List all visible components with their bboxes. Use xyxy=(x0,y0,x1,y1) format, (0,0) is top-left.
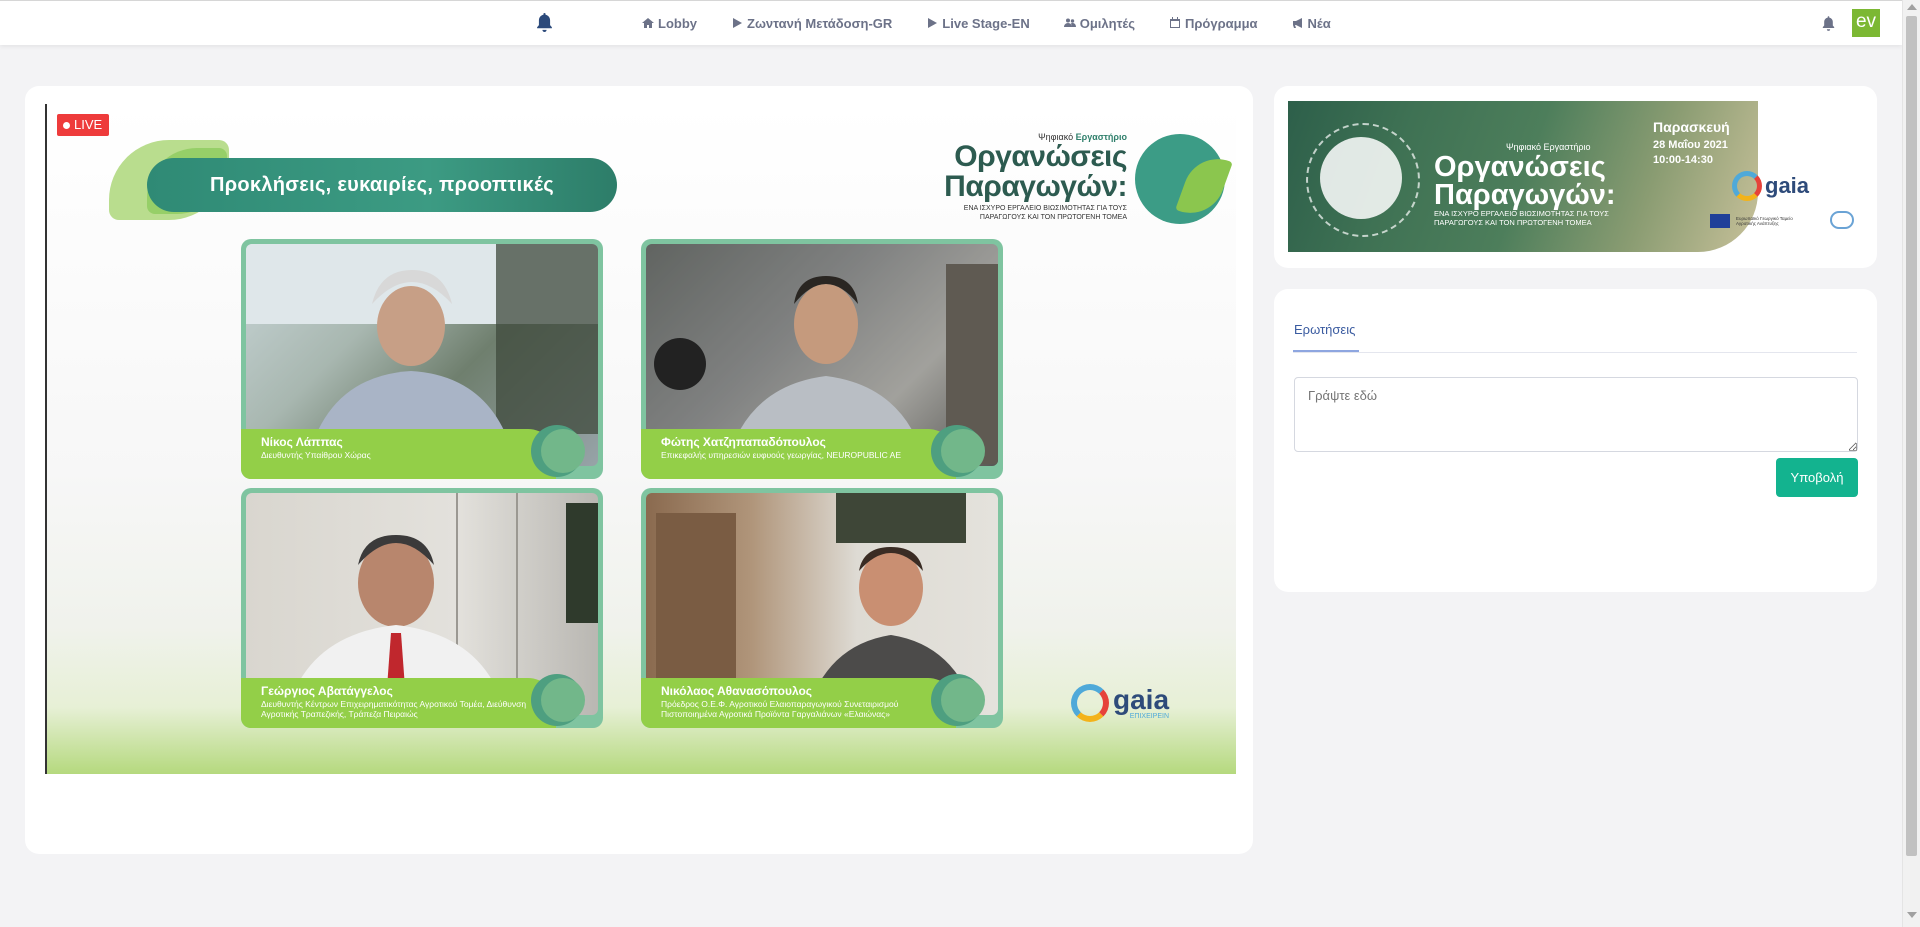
event-banner[interactable]: Ψηφιακό Εργαστήριο Οργανώσεις Παραγωγών:… xyxy=(1288,101,1758,252)
bullhorn-icon xyxy=(1292,18,1302,28)
video-card: LIVE Προκλήσεις, ευκαιρίες, προοπτικές Ψ… xyxy=(25,86,1253,854)
speaker-role: Διευθυντής Κέντρων Επιχειρηματικότητας Α… xyxy=(261,699,527,719)
page-scrollbar[interactable] xyxy=(1902,0,1920,927)
play-icon xyxy=(733,18,742,28)
live-badge: LIVE xyxy=(57,114,110,136)
speaker-tile: Νικόλαος Αθανασόπουλος Πρόεδρος Ο.Ε.Φ. Α… xyxy=(641,488,1003,728)
bell-icon[interactable] xyxy=(536,13,553,32)
speaker-tile: Νίκος Λάππας Διευθυντής Υπαίθρου Χώρας xyxy=(241,239,603,479)
banner-title-line1: Οργανώσεις xyxy=(1434,151,1606,183)
gaia-g-icon xyxy=(1732,171,1762,201)
nav-item-news[interactable]: Νέα xyxy=(1292,16,1331,31)
users-icon xyxy=(1063,18,1076,27)
nav-item-label: Ζωντανή Μετάδοση-GR xyxy=(747,15,893,31)
submit-button[interactable]: Υποβολή xyxy=(1776,458,1858,497)
eu-funding-note: Ευρωπαϊκό Γεωργικό Ταμείο Αγροτικής Ανάπ… xyxy=(1736,216,1793,226)
nav-item-speakers[interactable]: Ομιλητές xyxy=(1063,15,1135,31)
speaker-role: Επικεφαλής υπηρεσιών ευφυούς γεωργίας, N… xyxy=(661,450,902,460)
event-logo-line2: Παραγωγών: xyxy=(944,170,1127,203)
speaker-role: Διευθυντής Υπαίθρου Χώρας xyxy=(261,450,371,460)
user-avatar-logo[interactable]: ev xyxy=(1852,9,1880,37)
banner-title-line2: Παραγωγών: xyxy=(1434,179,1616,211)
resize-handle-icon[interactable] xyxy=(1849,443,1857,451)
questions-card: Ερωτήσεις Υποβολή xyxy=(1274,289,1877,592)
live-dot-icon xyxy=(63,121,70,129)
banner-gaia-text: gaia xyxy=(1765,173,1810,198)
nav-item-label: Ομιλητές xyxy=(1079,15,1135,31)
banner-time: 10:00-14:30 xyxy=(1653,154,1713,166)
gaia-logo-text: gaia xyxy=(1113,683,1170,715)
session-title: Προκλήσεις, ευκαιρίες, προοπτικές xyxy=(147,158,617,212)
speaker-role: Πρόεδρος Ο.Ε.Φ. Αγροτικού Ελαιοπαραγωγικ… xyxy=(661,699,899,719)
play-icon xyxy=(928,18,938,28)
event-banner-card: Ψηφιακό Εργαστήριο Οργανώσεις Παραγωγών:… xyxy=(1274,86,1877,268)
home-icon xyxy=(642,18,654,28)
scroll-down-arrow-icon[interactable] xyxy=(1907,912,1917,918)
partner-logo-icon xyxy=(1830,211,1854,229)
banner-day: Παρασκευή xyxy=(1653,119,1730,135)
speaker-name: Φώτης Χατζηπαπαδόπουλος xyxy=(661,435,826,449)
speaker-tile: Γεώργιος Αβατάγγελος Διευθυντής Κέντρων … xyxy=(241,488,603,728)
scroll-up-arrow-icon[interactable] xyxy=(1907,4,1917,10)
tab-divider xyxy=(1293,352,1857,353)
nav-item-label: Πρόγραμμα xyxy=(1185,15,1258,31)
speaker-name: Νίκος Λάππας xyxy=(261,435,343,449)
main-nav: Lobby Ζωντανή Μετάδοση-GR Live Stage-EN … xyxy=(642,1,1365,45)
top-navigation-bar: Lobby Ζωντανή Μετάδοση-GR Live Stage-EN … xyxy=(0,0,1902,45)
question-input[interactable] xyxy=(1294,377,1858,452)
event-logo-line1: Οργανώσεις xyxy=(954,140,1127,173)
event-logo: Ψηφιακό Εργαστήριο Οργανώσεις Παραγωγών:… xyxy=(927,132,1127,232)
nav-item-label: Live Stage-EN xyxy=(942,15,1030,31)
banner-title: Οργανώσεις Παραγωγών: xyxy=(1434,151,1616,211)
nav-item-label: Lobby xyxy=(658,15,697,31)
nav-item-program[interactable]: Πρόγραμμα xyxy=(1169,16,1258,31)
gaia-logo: gaia ΕΠΙΧΕΙΡΕΙΝ xyxy=(1071,684,1169,722)
banner-tagline: ΕΝΑ ΙΣΧΥΡΟ ΕΡΓΑΛΕΙΟ ΒΙΩΣΙΜΟΤΗΤΑΣ ΓΙΑ ΤΟΥ… xyxy=(1434,209,1609,227)
banner-date: 28 Μαΐου 2021 xyxy=(1653,139,1728,151)
nav-item-label: Νέα xyxy=(1307,15,1331,31)
nav-item-live-stage-en[interactable]: Live Stage-EN xyxy=(926,15,1030,31)
tab-questions[interactable]: Ερωτήσεις xyxy=(1294,322,1355,337)
speaker-name: Γεώργιος Αβατάγγελος xyxy=(261,684,393,698)
calendar-icon xyxy=(1170,17,1180,28)
live-label: LIVE xyxy=(74,117,103,132)
live-video-player[interactable]: LIVE Προκλήσεις, ευκαιρίες, προοπτικές Ψ… xyxy=(45,104,1236,774)
banner-gaia-logo: gaia xyxy=(1732,171,1809,201)
eu-flag-icon xyxy=(1710,214,1730,228)
scrollbar-thumb[interactable] xyxy=(1906,16,1917,856)
event-logo-tagline: ΕΝΑ ΙΣΧΥΡΟ ΕΡΓΑΛΕΙΟ ΒΙΩΣΙΜΟΤΗΤΑΣ ΓΙΑ ΤΟΥ… xyxy=(963,205,1127,221)
gaia-g-icon xyxy=(1071,684,1109,722)
nav-item-live-gr[interactable]: Ζωντανή Μετάδοση-GR xyxy=(731,16,892,31)
banner-emblem-icon xyxy=(1320,137,1402,219)
nav-item-lobby[interactable]: Lobby xyxy=(642,16,697,31)
notifications-bell-icon[interactable] xyxy=(1822,16,1835,31)
speaker-tile: Φώτης Χατζηπαπαδόπουλος Επικεφαλής υπηρε… xyxy=(641,239,1003,479)
speaker-name: Νικόλαος Αθανασόπουλος xyxy=(661,684,813,698)
